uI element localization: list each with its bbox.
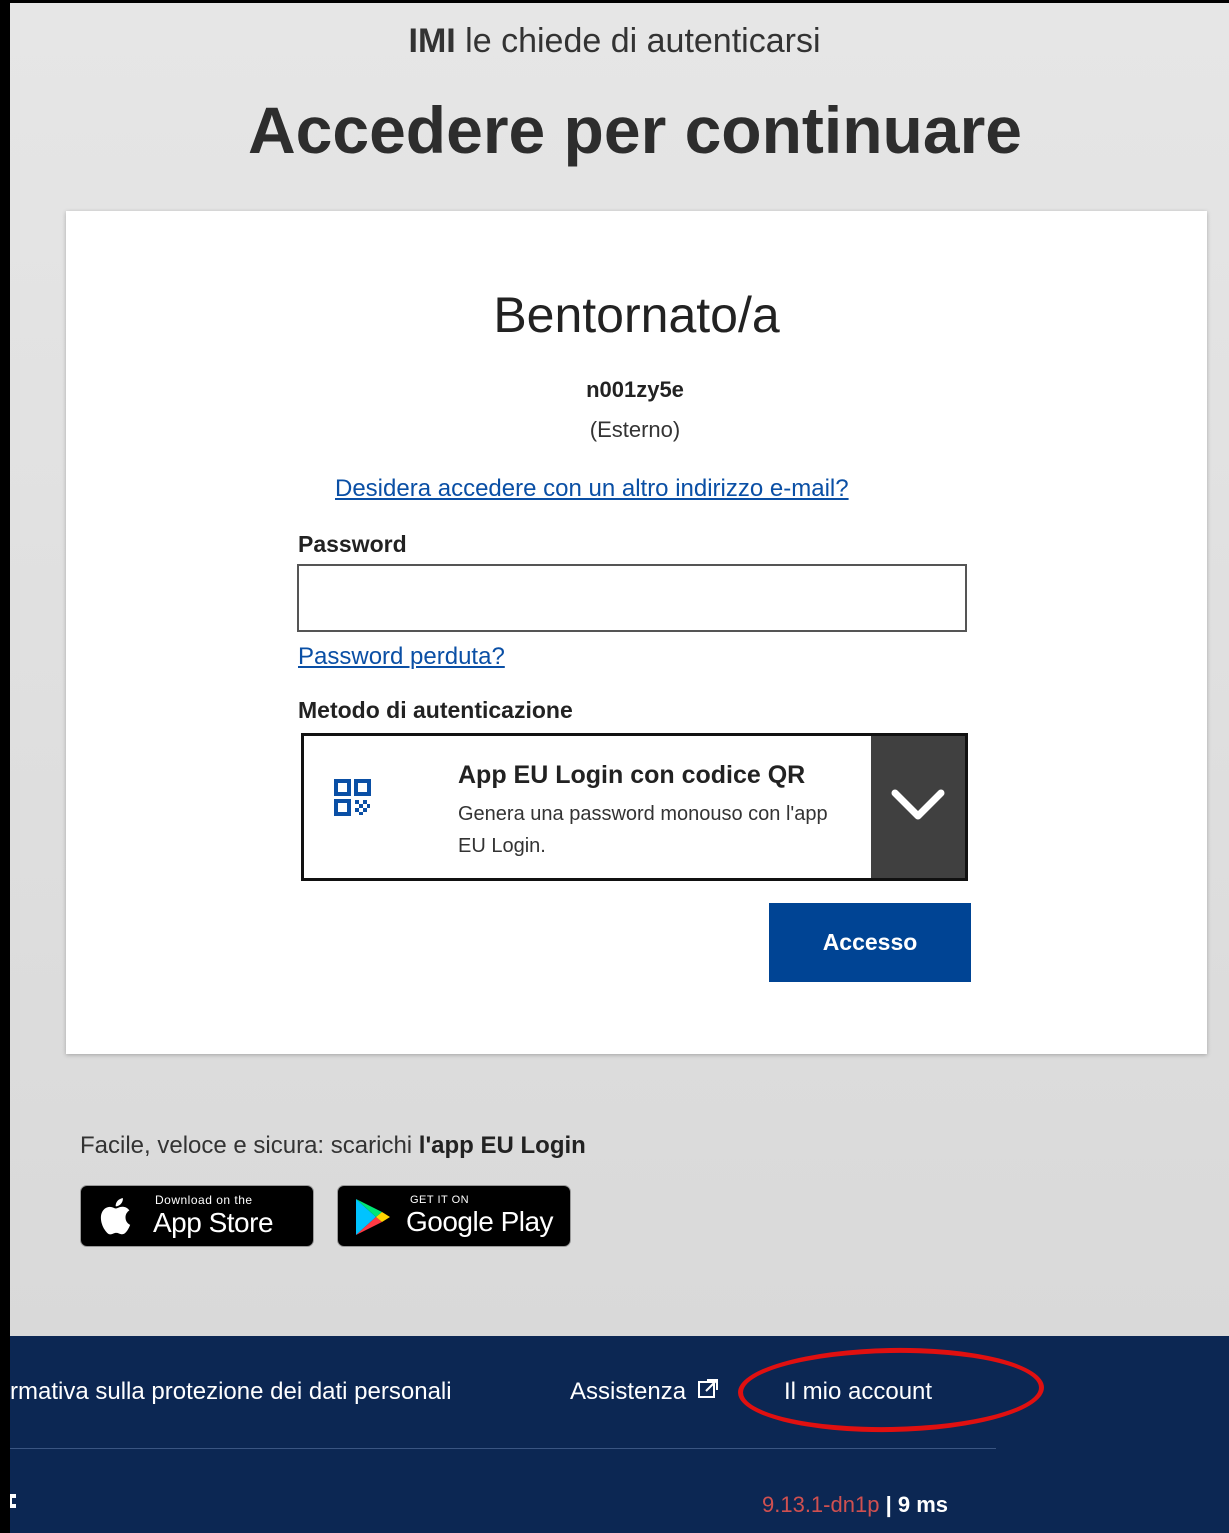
google-play-badge[interactable]: GET IT ON Google Play <box>337 1185 571 1247</box>
auth-request-label: le chiede di autenticarsi <box>465 22 821 60</box>
response-time: 9 ms <box>897 1492 948 1517</box>
promo-text: Facile, veloce e sicura: scarichi <box>80 1132 419 1159</box>
lost-password-link[interactable]: Password perduta? <box>298 643 505 671</box>
version-number: 9.13.1-dn1p <box>762 1492 880 1517</box>
promo-app-name: l'app EU Login <box>418 1132 586 1159</box>
welcome-heading: Bentornato/a <box>493 287 780 343</box>
app-store-big-text: App Store <box>153 1207 274 1238</box>
version-separator: | <box>885 1492 892 1517</box>
google-play-big-text: Google Play <box>406 1206 554 1237</box>
footer-logo-fragment <box>10 1492 20 1510</box>
login-submit-button[interactable]: Accesso <box>769 903 971 982</box>
app-promo-text: Facile, veloce e sicura: scarichi l'app … <box>80 1132 586 1160</box>
auth-method-title: App EU Login con codice QR <box>458 761 806 789</box>
version-info: 9.13.1-dn1p | 9 ms <box>762 1492 948 1518</box>
external-link-icon <box>697 1379 718 1398</box>
footer <box>10 1336 1229 1533</box>
auth-method-select[interactable]: App EU Login con codice QR Genera una pa… <box>301 733 968 881</box>
apple-icon <box>100 1198 131 1235</box>
google-play-icon <box>356 1199 390 1235</box>
app-store-small-text: Download on the <box>155 1193 253 1207</box>
auth-request-text: IMI le chiede di autenticarsi <box>0 22 1229 61</box>
alt-email-link[interactable]: Desidera accedere con un altro indirizzo… <box>335 475 849 503</box>
page-title: Accedere per continuare <box>248 93 1022 167</box>
chevron-down-icon <box>891 789 945 820</box>
username: n001zy5e <box>586 377 684 402</box>
support-label: Assistenza <box>570 1378 687 1405</box>
footer-link-privacy[interactable]: rmativa sulla protezione dei dati person… <box>10 1378 452 1406</box>
auth-method-label: Metodo di autenticazione <box>298 697 573 723</box>
google-play-small-text: GET IT ON <box>410 1194 470 1206</box>
password-input[interactable] <box>297 564 967 632</box>
auth-method-description: Genera una password monouso con l'app EU… <box>458 803 828 857</box>
footer-link-support[interactable]: Assistenza <box>570 1378 719 1406</box>
qr-code-icon <box>334 779 371 836</box>
app-name: IMI <box>408 22 456 60</box>
window-border-left <box>0 0 10 1533</box>
footer-divider <box>10 1448 996 1449</box>
app-store-badge[interactable]: Download on the App Store <box>80 1185 314 1247</box>
user-type: (Esterno) <box>589 417 681 442</box>
dropdown-toggle[interactable] <box>871 736 965 878</box>
password-label: Password <box>298 531 407 557</box>
